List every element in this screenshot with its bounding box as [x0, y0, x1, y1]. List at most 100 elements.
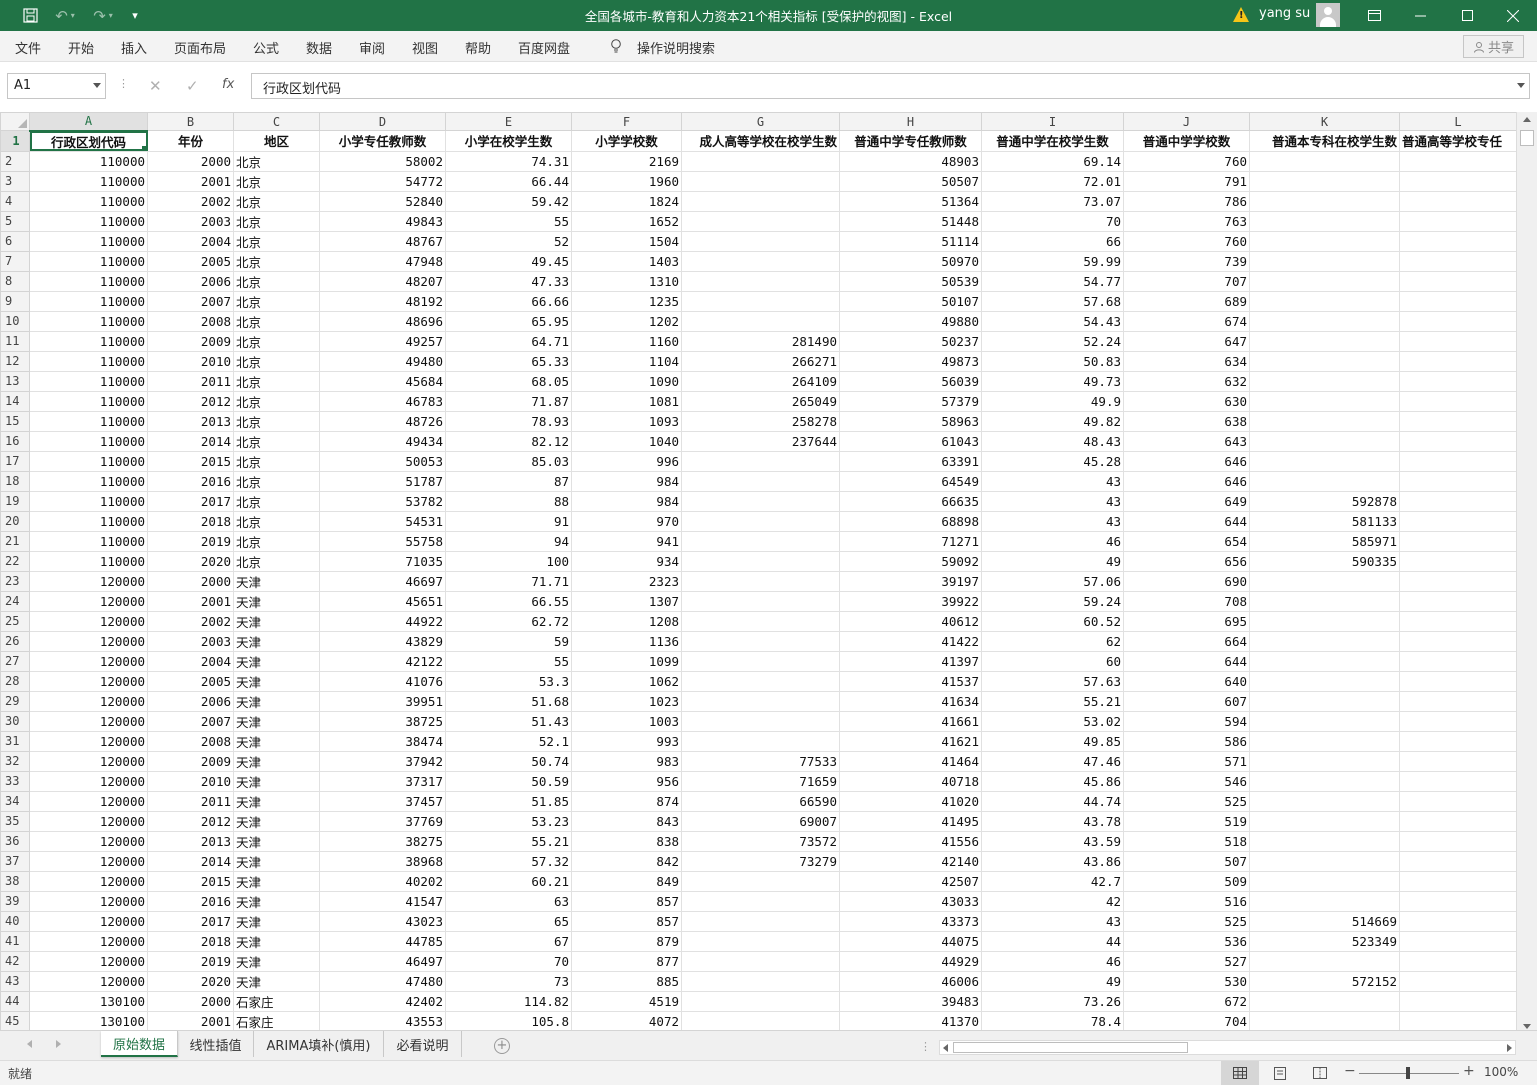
cell-b[interactable]: 2003 — [147, 210, 234, 232]
cell-k[interactable]: 514669 — [1249, 910, 1400, 932]
cell-h[interactable]: 51364 — [839, 190, 982, 212]
row-header[interactable]: 12 — [0, 350, 30, 372]
cell-f[interactable]: 970 — [571, 510, 682, 532]
tell-me-search[interactable]: 操作说明搜索 — [637, 38, 715, 57]
cell-i[interactable]: 54.43 — [981, 310, 1124, 332]
cell-i[interactable]: 53.02 — [981, 710, 1124, 732]
cell-k[interactable] — [1249, 230, 1400, 252]
cell-i[interactable]: 52.24 — [981, 330, 1124, 352]
cell-h[interactable]: 59092 — [839, 550, 982, 572]
cell-h[interactable]: 56039 — [839, 370, 982, 392]
cell-b[interactable]: 2016 — [147, 470, 234, 492]
cell-d[interactable]: 50053 — [319, 450, 446, 472]
row-header[interactable]: 9 — [0, 290, 30, 312]
column-header-i[interactable]: I — [981, 112, 1124, 131]
cell-l1[interactable]: 普通高等学校专任 — [1399, 130, 1516, 152]
cell-k[interactable]: 585971 — [1249, 530, 1400, 552]
cell-c[interactable]: 北京 — [233, 450, 320, 472]
cell-e[interactable]: 70 — [445, 950, 572, 972]
cell-l[interactable] — [1399, 170, 1516, 192]
row-header[interactable]: 13 — [0, 370, 30, 392]
cell-h[interactable]: 44929 — [839, 950, 982, 972]
cell-e[interactable]: 59 — [445, 630, 572, 652]
cell-h[interactable]: 41634 — [839, 690, 982, 712]
cell-b[interactable]: 2018 — [147, 510, 234, 532]
cell-l[interactable] — [1399, 1010, 1516, 1030]
cell-c[interactable]: 天津 — [233, 770, 320, 792]
cell-a[interactable]: 120000 — [29, 930, 148, 952]
cell-f[interactable]: 857 — [571, 890, 682, 912]
cell-c[interactable]: 北京 — [233, 330, 320, 352]
cell-e[interactable]: 51.43 — [445, 710, 572, 732]
cell-f[interactable]: 1960 — [571, 170, 682, 192]
cell-d[interactable]: 43829 — [319, 630, 446, 652]
cell-c[interactable]: 天津 — [233, 810, 320, 832]
cell-e[interactable]: 59.42 — [445, 190, 572, 212]
cell-h[interactable]: 63391 — [839, 450, 982, 472]
cell-b[interactable]: 2002 — [147, 610, 234, 632]
row-header[interactable]: 1 — [0, 130, 30, 152]
cell-g[interactable]: 73279 — [681, 850, 840, 872]
cell-g[interactable] — [681, 150, 840, 172]
cell-b[interactable]: 2011 — [147, 370, 234, 392]
cell-l[interactable] — [1399, 270, 1516, 292]
cell-j[interactable]: 594 — [1123, 710, 1250, 732]
cell-a[interactable]: 130100 — [29, 990, 148, 1012]
cell-h[interactable]: 48903 — [839, 150, 982, 172]
column-header-d[interactable]: D — [319, 112, 446, 131]
cell-e[interactable]: 53.3 — [445, 670, 572, 692]
cell-g[interactable] — [681, 450, 840, 472]
cell-a[interactable]: 110000 — [29, 550, 148, 572]
cell-k[interactable] — [1249, 850, 1400, 872]
cell-a[interactable]: 120000 — [29, 770, 148, 792]
cell-l[interactable] — [1399, 790, 1516, 812]
cell-k[interactable] — [1249, 190, 1400, 212]
cell-h[interactable]: 71271 — [839, 530, 982, 552]
cell-c[interactable]: 北京 — [233, 250, 320, 272]
cell-g[interactable]: 69007 — [681, 810, 840, 832]
cell-b[interactable]: 2002 — [147, 190, 234, 212]
cell-g[interactable] — [681, 230, 840, 252]
cell-e[interactable]: 57.32 — [445, 850, 572, 872]
row-header[interactable]: 25 — [0, 610, 30, 632]
cell-k[interactable] — [1249, 410, 1400, 432]
cell-g[interactable] — [681, 510, 840, 532]
cell-c[interactable]: 北京 — [233, 190, 320, 212]
cell-c[interactable]: 天津 — [233, 750, 320, 772]
cell-c[interactable]: 天津 — [233, 910, 320, 932]
cell-j[interactable]: 649 — [1123, 490, 1250, 512]
cell-f[interactable]: 2323 — [571, 570, 682, 592]
cell-i[interactable]: 72.01 — [981, 170, 1124, 192]
cell-e[interactable]: 63 — [445, 890, 572, 912]
menu-home[interactable]: 开始 — [68, 38, 94, 57]
menu-page-layout[interactable]: 页面布局 — [174, 38, 226, 57]
row-header[interactable]: 36 — [0, 830, 30, 852]
cell-e[interactable]: 85.03 — [445, 450, 572, 472]
cell-h[interactable]: 41020 — [839, 790, 982, 812]
cell-d[interactable]: 71035 — [319, 550, 446, 572]
cell-f[interactable]: 4072 — [571, 1010, 682, 1030]
cell-d[interactable]: 44922 — [319, 610, 446, 632]
cell-f[interactable]: 885 — [571, 970, 682, 992]
cell-f[interactable]: 983 — [571, 750, 682, 772]
cell-l[interactable] — [1399, 230, 1516, 252]
cell-g[interactable] — [681, 710, 840, 732]
horizontal-scrollbar[interactable] — [939, 1040, 1516, 1055]
cell-b[interactable]: 2005 — [147, 670, 234, 692]
cell-b[interactable]: 2014 — [147, 850, 234, 872]
cell-h[interactable]: 68898 — [839, 510, 982, 532]
row-header[interactable]: 6 — [0, 230, 30, 252]
cell-d[interactable]: 42122 — [319, 650, 446, 672]
cell-k[interactable] — [1249, 870, 1400, 892]
page-layout-view-icon[interactable] — [1261, 1061, 1299, 1085]
cell-i[interactable]: 43.78 — [981, 810, 1124, 832]
scroll-right-icon[interactable] — [1507, 1044, 1512, 1052]
normal-view-icon[interactable] — [1221, 1061, 1259, 1085]
cell-c[interactable]: 石家庄 — [233, 1010, 320, 1030]
cell-h[interactable]: 39483 — [839, 990, 982, 1012]
cell-j[interactable]: 707 — [1123, 270, 1250, 292]
menu-view[interactable]: 视图 — [412, 38, 438, 57]
cell-h[interactable]: 50507 — [839, 170, 982, 192]
cell-j[interactable]: 507 — [1123, 850, 1250, 872]
cell-a[interactable]: 120000 — [29, 810, 148, 832]
